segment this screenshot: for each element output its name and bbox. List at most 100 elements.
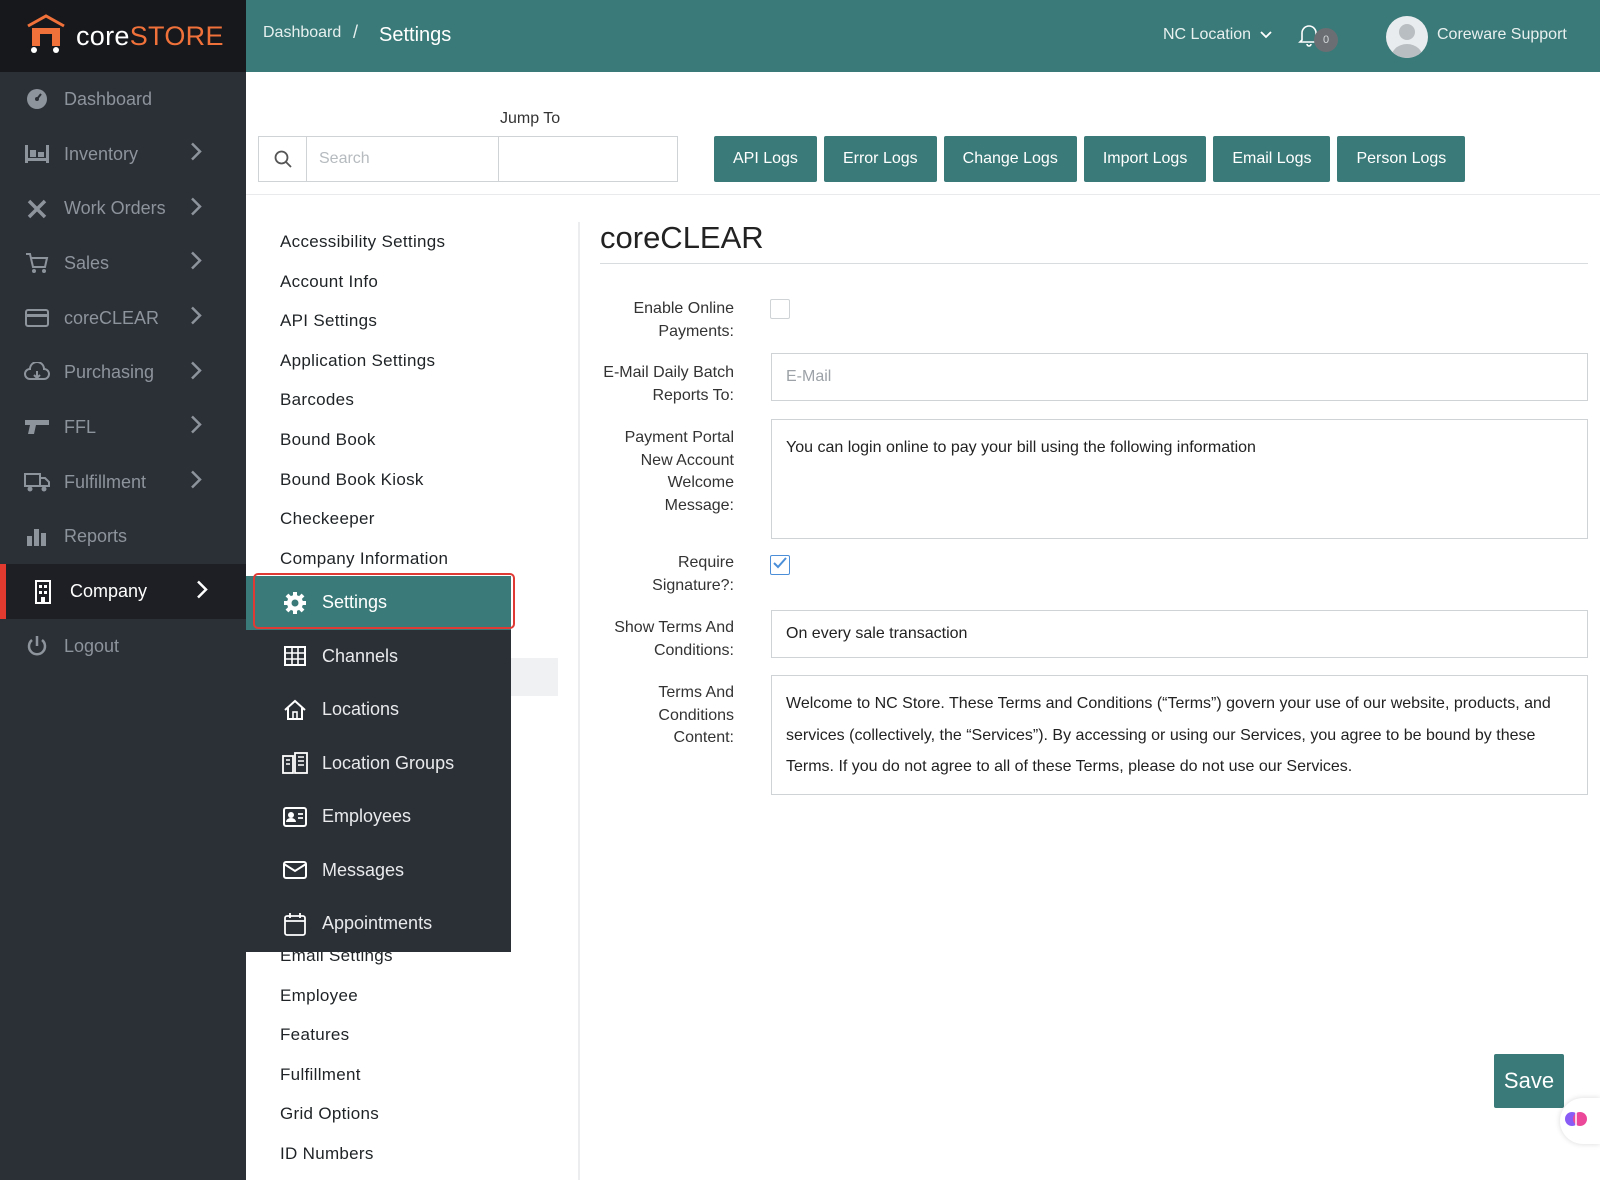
chevron-right-icon (190, 470, 202, 495)
panel-divider (578, 222, 580, 1180)
flyout-item-appointments[interactable]: Appointments (246, 897, 511, 951)
chevron-down-icon (1256, 26, 1272, 43)
settings-list-item[interactable]: Application Settings (280, 341, 448, 381)
brain-icon (1564, 1107, 1588, 1136)
envelope-icon (282, 857, 308, 883)
breadcrumb-root[interactable]: Dashboard (263, 24, 341, 42)
sidebar-item-reports[interactable]: Reports (0, 510, 246, 565)
error-logs-button[interactable]: Error Logs (823, 136, 937, 182)
settings-list-item[interactable]: Employee (280, 976, 393, 1016)
sidebar-item-label: Logout (64, 635, 120, 656)
id-card-icon (282, 804, 308, 830)
person-logs-button[interactable]: Person Logs (1337, 136, 1466, 182)
store-logo-icon (22, 12, 70, 61)
api-logs-button[interactable]: API Logs (714, 136, 817, 182)
chevron-right-icon (190, 142, 202, 167)
inventory-icon (24, 141, 50, 167)
enable-online-payments-checkbox[interactable] (770, 299, 790, 319)
sidebar-item-company[interactable]: Company (0, 564, 246, 619)
change-logs-button[interactable]: Change Logs (943, 136, 1077, 182)
email-logs-button[interactable]: Email Logs (1213, 136, 1331, 182)
sidebar-item-logout[interactable]: Logout (0, 619, 246, 674)
sidebar-item-label: Dashboard (64, 88, 153, 109)
flyout-item-location-groups[interactable]: Location Groups (246, 737, 511, 791)
show-terms-select[interactable]: On every sale transaction (771, 610, 1588, 658)
settings-list-item[interactable]: Bound Book Kiosk (280, 460, 448, 500)
flyout-item-channels[interactable]: Channels (246, 630, 511, 684)
search-box (258, 136, 678, 182)
sidebar-item-label: Fulfillment (64, 471, 147, 492)
logo[interactable]: coreSTORE (0, 0, 246, 72)
search-icon[interactable] (259, 137, 307, 181)
search-input[interactable] (307, 137, 499, 181)
sidebar-item-label: coreCLEAR (64, 307, 160, 328)
settings-list-item[interactable]: Barcodes (280, 380, 448, 420)
save-button[interactable]: Save (1494, 1054, 1564, 1108)
chevron-right-icon (190, 251, 202, 276)
sidebar-item-dashboard[interactable]: Dashboard (0, 72, 246, 127)
tools-icon (24, 196, 50, 222)
jump-to-field[interactable] (499, 137, 677, 181)
flyout-item-messages[interactable]: Messages (246, 844, 511, 898)
sidebar-item-sales[interactable]: Sales (0, 236, 246, 291)
sidebar-item-coreclear[interactable]: coreCLEAR (0, 291, 246, 346)
avatar[interactable] (1386, 16, 1428, 58)
chevron-right-icon (190, 306, 202, 331)
sidebar-item-label: FFL (64, 416, 97, 437)
settings-list-continued: Email Settings Employee Features Fulfill… (280, 936, 393, 1174)
checkmark-icon (773, 556, 787, 574)
jump-to-label: Jump To (500, 110, 561, 127)
settings-list-item[interactable]: ID Numbers (280, 1134, 393, 1174)
buildings-icon (282, 750, 308, 776)
chevron-right-icon (196, 579, 208, 604)
require-signature-label: Require Signature?: (652, 554, 734, 594)
notification-badge: 0 (1314, 28, 1338, 52)
log-buttons: API Logs Error Logs Change Logs Import L… (714, 136, 1466, 182)
settings-list-item[interactable]: Checkeeper (280, 499, 448, 539)
email-daily-batch-field[interactable]: E-Mail (771, 353, 1588, 401)
settings-list-item[interactable]: Accessibility Settings (280, 222, 448, 262)
user-name[interactable]: Coreware Support (1437, 26, 1567, 44)
payment-portal-message-label: Payment Portal New Account Welcome Messa… (624, 429, 734, 514)
flyout-item-locations[interactable]: Locations (246, 683, 511, 737)
section-title-rule (600, 263, 1588, 264)
show-terms-label: Show Terms And Conditions: (614, 619, 734, 659)
settings-list-item[interactable]: API Settings (280, 301, 448, 341)
location-label: NC Location (1163, 26, 1252, 43)
section-title: coreCLEAR (600, 220, 764, 255)
chevron-right-icon (190, 360, 202, 385)
grid-icon (282, 643, 308, 669)
flyout-item-employees[interactable]: Employees (246, 790, 511, 844)
top-bar: Dashboard / Settings NC Location 0 Corew… (246, 0, 1600, 72)
gear-icon (282, 590, 308, 616)
flyout-item-label: Appointments (322, 913, 433, 934)
settings-list-item[interactable]: Fulfillment (280, 1055, 393, 1095)
breadcrumb-current: Settings (379, 24, 452, 46)
dashboard-icon (24, 86, 50, 112)
sidebar-item-label: Inventory (64, 143, 139, 164)
settings-list-item[interactable]: Account Info (280, 262, 448, 302)
flyout-item-settings[interactable]: Settings (246, 576, 511, 630)
terms-content-field[interactable]: Welcome to NC Store. These Terms and Con… (771, 675, 1588, 795)
breadcrumb-separator: / (353, 22, 359, 42)
payment-portal-message-field[interactable]: You can login online to pay your bill us… (771, 419, 1588, 539)
location-selector[interactable]: NC Location (1163, 26, 1272, 44)
company-flyout-menu: Settings Channels Locations Location Gro… (246, 576, 511, 952)
sidebar-item-work-orders[interactable]: Work Orders (0, 181, 246, 236)
flyout-item-label: Employees (322, 806, 412, 827)
settings-list-item[interactable]: Company Information (280, 539, 448, 579)
sidebar-item-fulfillment[interactable]: Fulfillment (0, 455, 246, 510)
settings-list-item[interactable]: Grid Options (280, 1094, 393, 1134)
sidebar-item-label: Company (70, 581, 148, 602)
cloud-download-icon (24, 360, 50, 386)
import-logs-button[interactable]: Import Logs (1083, 136, 1207, 182)
settings-list-item[interactable]: Bound Book (280, 420, 448, 460)
sidebar-item-purchasing[interactable]: Purchasing (0, 345, 246, 400)
sidebar-item-ffl[interactable]: FFL (0, 400, 246, 455)
assistant-widget[interactable] (1560, 1098, 1600, 1144)
sidebar-item-label: Purchasing (64, 362, 155, 383)
flyout-item-label: Messages (322, 859, 405, 880)
settings-list-item[interactable]: Features (280, 1015, 393, 1055)
require-signature-checkbox[interactable] (770, 555, 790, 575)
sidebar-item-inventory[interactable]: Inventory (0, 127, 246, 182)
